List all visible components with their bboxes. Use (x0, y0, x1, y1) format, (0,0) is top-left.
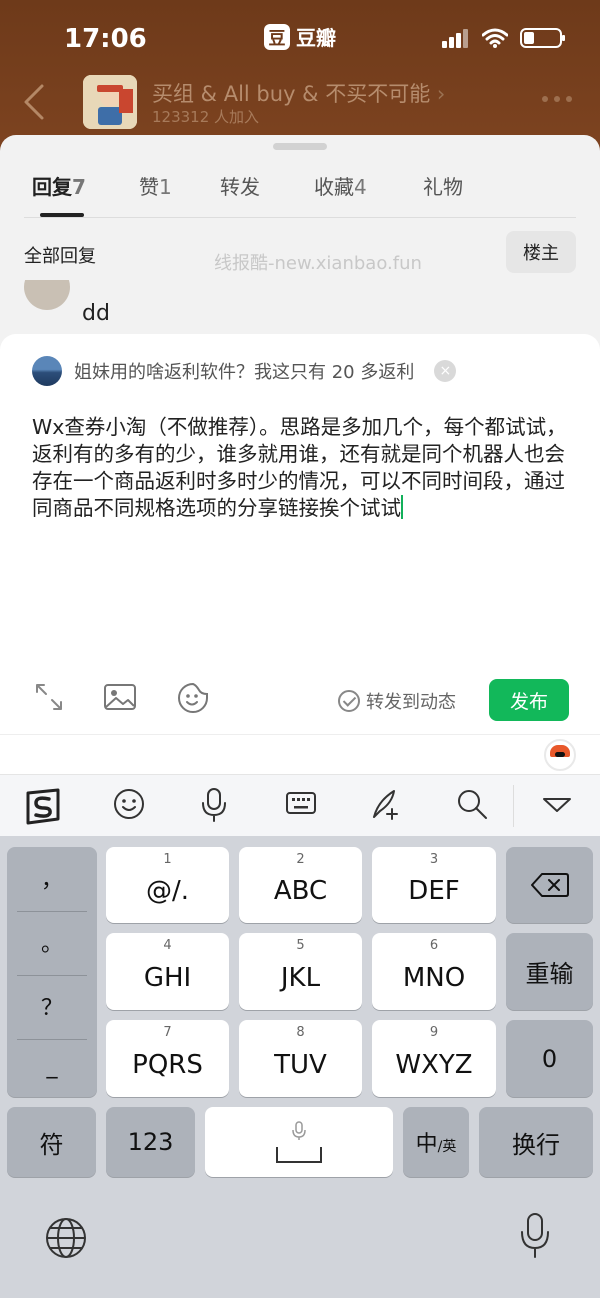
backspace-icon (530, 873, 569, 897)
divider (24, 217, 576, 218)
return-key[interactable]: 换行 (479, 1107, 593, 1177)
tab-likes[interactable]: 赞1 (139, 171, 172, 200)
key-1[interactable]: 1 @/. (106, 847, 229, 923)
group-member-count: 123312 人加入 (152, 108, 260, 126)
douban-logo-icon: 豆 (264, 23, 290, 50)
key-3[interactable]: 3 DEF (372, 847, 496, 923)
keyboard-accessory-bar (0, 734, 600, 774)
group-name[interactable]: 买组 & All buy & 不买不可能 › (152, 78, 445, 108)
sogou-logo-icon[interactable] (22, 787, 64, 827)
collapse-keyboard-icon[interactable] (541, 787, 573, 821)
key-period[interactable]: 。 (7, 911, 97, 973)
back-arrow-icon[interactable] (22, 82, 46, 122)
reply-text: dd (82, 301, 110, 326)
status-icons (442, 28, 565, 48)
interaction-tabs: 回复7 赞1 转发 收藏4 礼物 (0, 171, 600, 219)
quoted-reply: 姐妹用的啥返利软件？我这只有 20 多返利 × (32, 356, 457, 386)
tab-reposts[interactable]: 转发 (220, 171, 260, 200)
reply-avatar[interactable] (24, 280, 70, 310)
language-toggle-key[interactable]: 中/英 (403, 1107, 469, 1177)
globe-icon[interactable] (44, 1216, 88, 1260)
key-question[interactable]: ？ (7, 975, 97, 1037)
key-9[interactable]: 9 WXYZ (372, 1020, 496, 1097)
keyboard-icon[interactable] (285, 787, 317, 821)
all-replies-label: 全部回复 (24, 246, 96, 267)
app-name: 豆瓣 (296, 26, 336, 50)
search-icon[interactable] (455, 787, 489, 821)
owner-only-button[interactable]: 楼主 (506, 231, 576, 273)
tab-gifts[interactable]: 礼物 (423, 171, 463, 200)
repost-to-feed-toggle[interactable]: 转发到动态 (338, 688, 456, 714)
reenter-key[interactable]: 重输 (506, 933, 593, 1010)
wifi-icon (482, 28, 508, 48)
quoted-user-avatar (32, 356, 62, 386)
tab-favorites[interactable]: 收藏4 (314, 171, 367, 200)
dictation-microphone-icon[interactable] (518, 1212, 552, 1260)
mascot-icon[interactable] (544, 739, 576, 771)
app-logo: 豆 豆瓣 (264, 22, 336, 51)
keyboard: ， 。 ？ _ 1 @/. 2 ABC 3 DEF 4 GHI 5 JKL 6 MNO 重输… (0, 836, 600, 1298)
drag-handle[interactable] (273, 143, 327, 150)
battery-icon (520, 28, 565, 48)
sticker-icon[interactable] (177, 682, 209, 714)
emoji-icon[interactable] (112, 787, 146, 821)
key-comma[interactable]: ， (7, 847, 97, 909)
quoted-reply-text: 姐妹用的啥返利软件？我这只有 20 多返利 (74, 362, 415, 383)
space-symbol-icon (276, 1147, 322, 1163)
numbers-key[interactable]: 123 (106, 1107, 195, 1177)
text-cursor (401, 495, 403, 519)
reply-text-input[interactable]: Wx查券小淘（不做推荐）。思路是多加几个，每个都试试，返利有的多有的少，谁多就用… (32, 414, 568, 522)
chevron-right-icon: › (436, 82, 446, 106)
punctuation-column: ， 。 ？ _ (7, 847, 97, 1097)
key-5[interactable]: 5 JKL (239, 933, 362, 1010)
handwriting-icon[interactable] (368, 787, 404, 823)
key-7[interactable]: 7 PQRS (106, 1020, 229, 1097)
reply-compose-panel: 姐妹用的啥返利软件？我这只有 20 多返利 × Wx查券小淘（不做推荐）。思路是… (0, 334, 600, 734)
microphone-icon[interactable] (200, 787, 228, 823)
group-avatar[interactable] (83, 75, 137, 129)
key-underscore[interactable]: _ (7, 1035, 97, 1097)
compose-toolbar: 转发到动态 发布 (0, 674, 600, 726)
check-circle-icon (338, 690, 360, 712)
key-0[interactable]: 0 (506, 1020, 593, 1097)
publish-button[interactable]: 发布 (489, 679, 569, 721)
watermark-text: 线报酷-new.xianbao.fun (214, 253, 422, 274)
key-4[interactable]: 4 GHI (106, 933, 229, 1010)
expand-icon[interactable] (34, 682, 64, 712)
signal-icon (442, 29, 468, 48)
tab-replies[interactable]: 回复7 (32, 171, 86, 200)
delete-key[interactable] (506, 847, 593, 923)
divider (513, 785, 514, 827)
symbols-key[interactable]: 符 (7, 1107, 96, 1177)
group-header: 17:06 豆 豆瓣 买组 & All buy & 不买不可能 › 123312… (0, 0, 600, 150)
key-2[interactable]: 2 ABC (239, 847, 362, 923)
microphone-icon (292, 1121, 306, 1140)
keyboard-toolbar (0, 774, 600, 836)
more-options-icon[interactable] (542, 96, 572, 102)
key-8[interactable]: 8 TUV (239, 1020, 362, 1097)
space-key[interactable] (205, 1107, 393, 1177)
key-6[interactable]: 6 MNO (372, 933, 496, 1010)
image-icon[interactable] (103, 682, 137, 712)
status-time: 17:06 (64, 24, 147, 54)
remove-quote-close-icon[interactable]: × (434, 360, 457, 382)
